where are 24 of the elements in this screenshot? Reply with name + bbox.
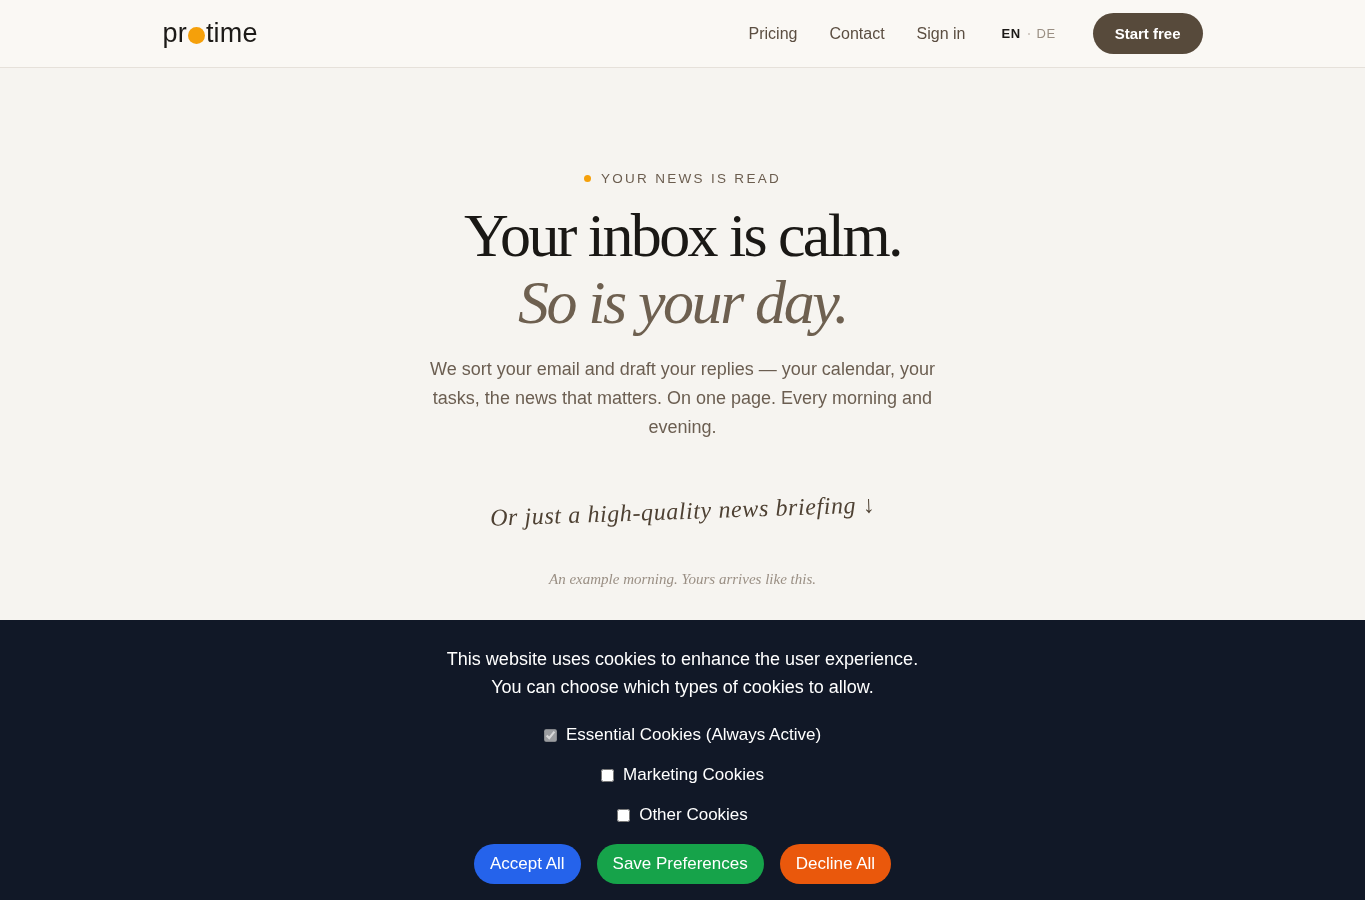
example-caption: An example morning. Yours arrives like this. <box>549 571 816 588</box>
logo-text: pr <box>162 20 187 47</box>
hero-subtitle: So is your day. <box>517 268 848 336</box>
eyebrow-text: YOUR NEWS IS READ <box>600 171 782 186</box>
nav-link[interactable]: Sign in <box>916 24 966 43</box>
nav-link[interactable]: Contact <box>829 24 885 43</box>
hero-description: We sort your email and draft your replies — your calendar, your tasks, the news that matters. On one page. Every morning and evening. <box>429 358 936 439</box>
cookie-message: This website uses cookies to enhance the user experience. <box>446 648 919 671</box>
hero-title: Your inbox is calm. <box>464 202 901 268</box>
dot-icon <box>583 175 591 182</box>
cookie-checkbox[interactable] <box>601 768 615 782</box>
language-link[interactable]: EN <box>1001 26 1021 41</box>
decline-button[interactable]: Decline All <box>779 844 892 884</box>
start-free-button[interactable]: Start free <box>1092 13 1203 54</box>
checkbox-label: Marketing Cookies <box>623 765 764 785</box>
nav-link[interactable]: Pricing <box>748 24 798 43</box>
logo-dot-icon <box>187 27 205 44</box>
checkbox-label: Essential Cookies (Always Active) <box>565 725 822 745</box>
handwritten-note: Or just a high-quality news briefing ↓ <box>489 491 876 532</box>
logo-text: time <box>205 20 258 47</box>
cookie-checkbox[interactable] <box>617 808 631 822</box>
checkbox-label: Other Cookies <box>639 805 748 825</box>
accept-button[interactable]: Accept All <box>473 844 581 884</box>
cookie-message: You can choose which types of cookies to allow. <box>491 676 874 699</box>
